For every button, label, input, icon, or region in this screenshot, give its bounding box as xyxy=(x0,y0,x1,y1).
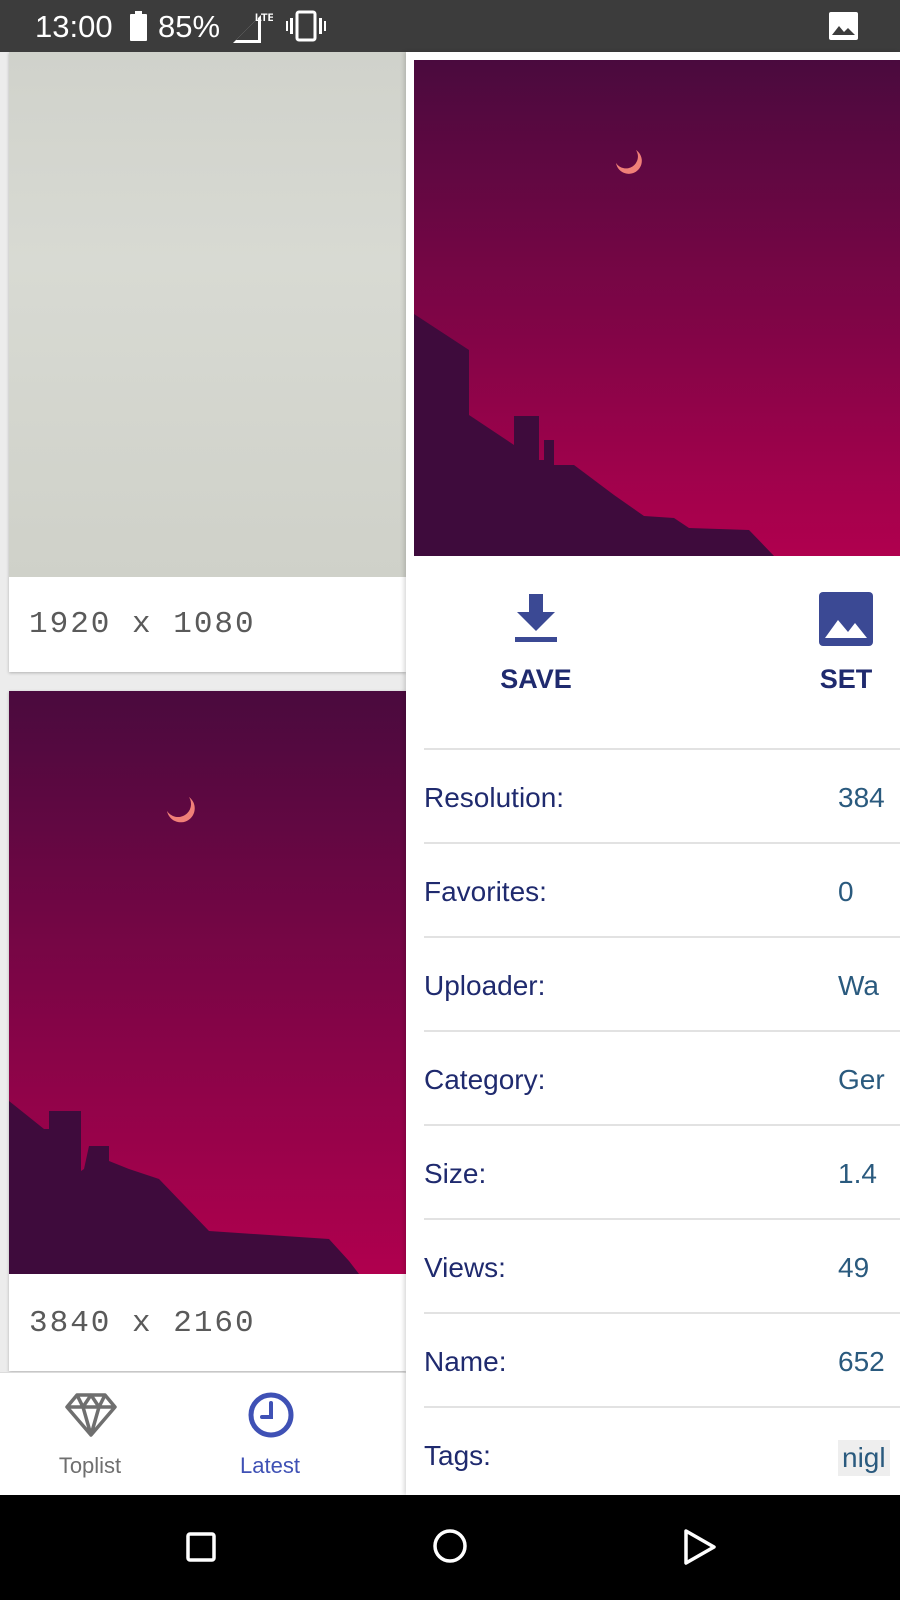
info-value: 384 xyxy=(838,782,885,813)
status-bar: 13:00 85% LTE xyxy=(0,0,900,52)
wallpaper-thumbnail[interactable] xyxy=(9,691,406,1274)
tag-chip[interactable]: nigl xyxy=(838,1440,890,1476)
back-icon[interactable] xyxy=(682,1528,718,1566)
wallpaper-grid[interactable]: 1920 x 1080 3840 x 2160 xyxy=(0,52,406,1372)
info-row-tags: Tags: nigl xyxy=(424,1406,900,1495)
image-icon xyxy=(819,592,873,646)
info-key: Size: xyxy=(424,1158,487,1189)
info-value: 0 xyxy=(838,876,854,907)
save-button[interactable]: SAVE xyxy=(461,592,611,702)
battery-percentage: 85% xyxy=(158,9,221,44)
status-time: 13:00 xyxy=(35,9,113,44)
info-value: 652 xyxy=(838,1346,885,1377)
info-key: Views: xyxy=(424,1252,506,1283)
set-label: SET xyxy=(819,664,873,694)
system-navigation-bar xyxy=(0,1495,900,1600)
info-key: Tags: xyxy=(424,1440,491,1471)
info-row-category: Category: Ger xyxy=(424,1030,900,1124)
vibrate-icon xyxy=(286,10,326,42)
info-row-name: Name: 652 xyxy=(424,1312,900,1406)
wallpaper-card[interactable]: 3840 x 2160 xyxy=(9,691,406,1371)
info-row-resolution: Resolution: 384 xyxy=(424,748,900,842)
bottom-navigation: Toplist Latest xyxy=(0,1372,406,1495)
wallpaper-thumbnail[interactable] xyxy=(9,52,406,577)
info-value: Ger xyxy=(838,1064,885,1095)
info-row-favorites: Favorites: 0 xyxy=(424,842,900,936)
info-value: 1.4 xyxy=(838,1158,877,1189)
info-row-views: Views: 49 xyxy=(424,1218,900,1312)
info-value[interactable]: Wa xyxy=(838,970,879,1002)
svg-text:LTE: LTE xyxy=(255,12,273,24)
save-label: SAVE xyxy=(500,664,572,694)
wallpaper-card[interactable]: 1920 x 1080 xyxy=(9,52,406,672)
info-row-uploader[interactable]: Uploader: Wa xyxy=(424,936,900,1030)
info-row-size: Size: 1.4 xyxy=(424,1124,900,1218)
nav-item-toplist[interactable]: Toplist xyxy=(0,1373,180,1496)
info-key: Uploader: xyxy=(424,970,546,1001)
info-key: Name: xyxy=(424,1346,507,1377)
battery-icon xyxy=(130,11,147,41)
download-icon xyxy=(515,594,557,642)
info-key: Resolution: xyxy=(424,782,565,813)
wallpaper-preview[interactable] xyxy=(414,60,900,556)
diamond-icon xyxy=(65,1393,117,1437)
wallpaper-resolution: 1920 x 1080 xyxy=(29,607,256,642)
wallpaper-info-list: Resolution: 384 Favorites: 0 Uploader: W… xyxy=(424,748,900,1495)
nav-item-latest[interactable]: Latest xyxy=(180,1373,360,1496)
nav-label-latest: Latest xyxy=(240,1453,300,1478)
info-key: Category: xyxy=(424,1064,546,1095)
wallpaper-resolution: 3840 x 2160 xyxy=(29,1306,256,1341)
clock-icon xyxy=(248,1392,294,1438)
set-wallpaper-button[interactable]: SET xyxy=(771,592,900,702)
lte-signal-icon: LTE xyxy=(233,12,273,43)
info-value: 49 xyxy=(838,1252,870,1283)
wallpaper-detail-panel[interactable]: SAVE SET Resolution: 384 Favorites: 0 Up… xyxy=(406,52,900,1495)
recents-icon[interactable] xyxy=(186,1532,216,1562)
info-key: Favorites: xyxy=(424,876,547,907)
home-icon[interactable] xyxy=(432,1528,468,1564)
image-notification-icon xyxy=(829,12,858,40)
nav-label-toplist: Toplist xyxy=(58,1453,122,1478)
